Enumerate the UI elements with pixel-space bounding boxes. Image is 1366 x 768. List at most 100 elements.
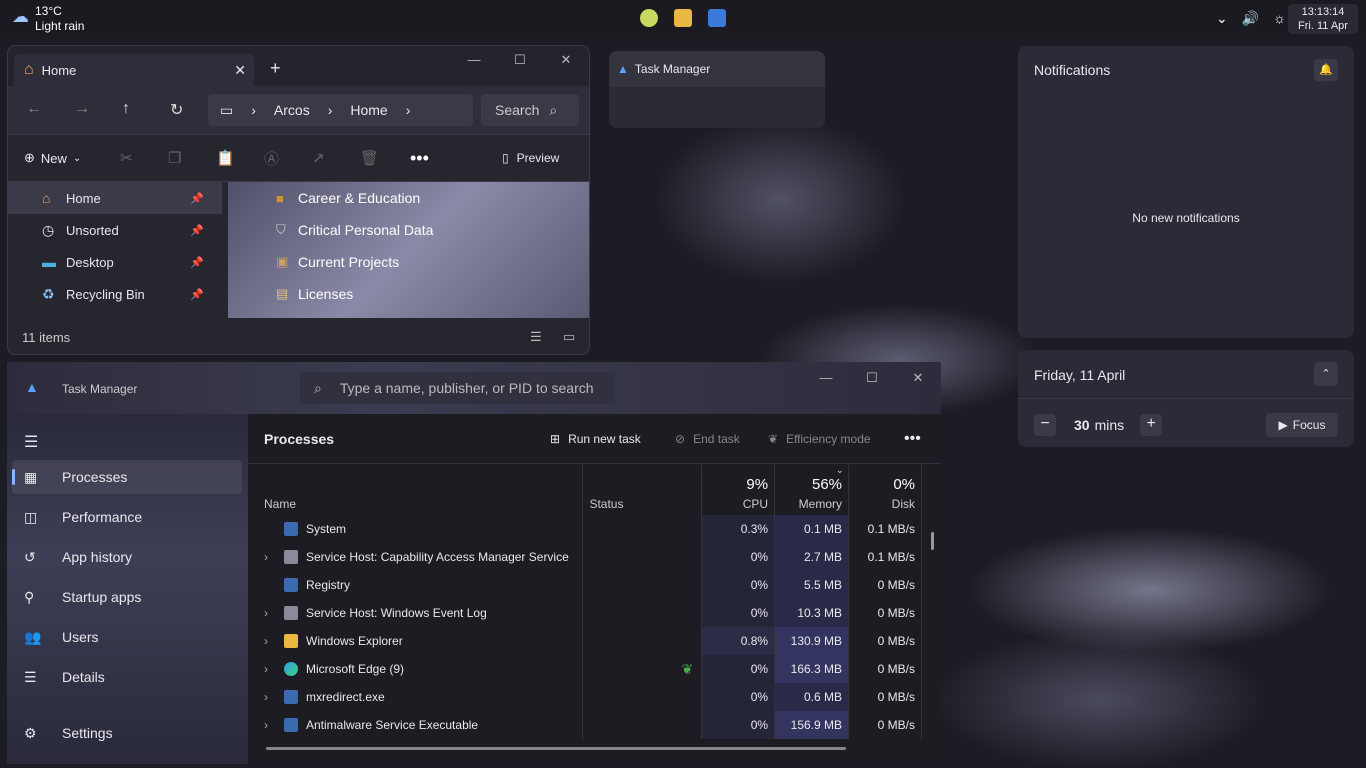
nav-details[interactable]: ☰ Details bbox=[12, 660, 242, 694]
folder-label: Critical Personal Data bbox=[298, 222, 434, 238]
new-button[interactable]: ⊕ New ⌄ bbox=[24, 150, 81, 166]
run-new-task-button[interactable]: ⊞ Run new task bbox=[550, 432, 641, 446]
back-icon[interactable]: ← bbox=[26, 100, 42, 118]
column-label: Memory bbox=[798, 497, 843, 511]
nav-label: Users bbox=[62, 629, 99, 645]
maximize-icon[interactable]: ☐ bbox=[849, 370, 895, 386]
close-icon[interactable]: ✕ bbox=[543, 52, 589, 68]
chevron-right-icon[interactable]: › bbox=[248, 550, 284, 564]
nav-startup-apps[interactable]: ⚲ Startup apps bbox=[12, 580, 242, 614]
process-status bbox=[582, 515, 703, 543]
sidebar-item-home[interactable]: ⌂ Home 📌 bbox=[8, 182, 222, 214]
share-icon[interactable]: ↗ bbox=[312, 149, 325, 167]
folder-label: Licenses bbox=[298, 286, 354, 302]
more-icon[interactable]: ••• bbox=[410, 148, 429, 169]
process-search-input[interactable]: ⌕ Type a name, publisher, or PID to sear… bbox=[300, 372, 615, 404]
clock[interactable]: 13:13:14 Fri. 11 Apr bbox=[1288, 4, 1358, 34]
chevron-right-icon[interactable]: › bbox=[248, 634, 284, 648]
chevron-right-icon[interactable]: › bbox=[248, 690, 284, 704]
memory-total: 56% bbox=[811, 476, 843, 493]
copy-icon[interactable]: ❐ bbox=[168, 149, 181, 167]
nav-settings[interactable]: ⚙ Settings bbox=[12, 716, 242, 750]
brightness-icon[interactable]: ☼ bbox=[1273, 10, 1286, 27]
pin-icon[interactable]: 📌 bbox=[190, 192, 204, 205]
details-view-icon[interactable]: ☰ bbox=[530, 329, 542, 345]
task-manager-icon[interactable] bbox=[708, 9, 726, 27]
explorer-search-input[interactable]: Search ⌕ bbox=[481, 94, 579, 126]
address-bar[interactable]: ▭ › Arcos › Home › bbox=[208, 94, 473, 126]
refresh-icon[interactable]: ↻ bbox=[170, 100, 183, 120]
table-row[interactable]: › Windows Explorer 0.8% 130.9 MB 0 MB/s bbox=[248, 627, 922, 655]
column-memory[interactable]: ⌄ 56% Memory bbox=[774, 465, 850, 515]
column-name[interactable]: Name bbox=[248, 465, 584, 515]
paste-icon[interactable]: 📋 bbox=[216, 149, 235, 167]
explorer-tab[interactable]: ⌂ Home ✕ bbox=[14, 54, 254, 86]
file-explorer-icon[interactable] bbox=[674, 9, 692, 27]
focus-button[interactable]: ▶ Focus bbox=[1266, 413, 1338, 437]
increase-focus-button[interactable]: + bbox=[1140, 414, 1163, 436]
process-status bbox=[582, 571, 703, 599]
up-icon[interactable]: ↑ bbox=[122, 100, 130, 118]
chevron-right-icon[interactable]: › bbox=[248, 718, 284, 732]
task-manager-preview[interactable]: ▲ Task Manager bbox=[609, 51, 825, 128]
do-not-disturb-icon[interactable]: 🔔 bbox=[1314, 59, 1338, 81]
pin-icon[interactable]: 📌 bbox=[190, 224, 204, 237]
minimize-icon[interactable]: — bbox=[803, 370, 849, 386]
maximize-icon[interactable]: ☐ bbox=[497, 52, 543, 68]
column-cpu[interactable]: 9% CPU bbox=[701, 465, 776, 515]
folder-item[interactable]: ⛉ Critical Personal Data bbox=[228, 214, 589, 246]
table-row[interactable]: › Service Host: Capability Access Manager… bbox=[248, 543, 922, 571]
nav-app-history[interactable]: ↺ App history bbox=[12, 540, 242, 574]
app-icon-green[interactable] bbox=[640, 9, 658, 27]
efficiency-mode-button[interactable]: ❦ Efficiency mode bbox=[768, 432, 871, 446]
sidebar-item-recycling-bin[interactable]: ♻ Recycling Bin 📌 bbox=[8, 278, 222, 310]
chevron-right-icon[interactable]: › bbox=[248, 662, 284, 676]
column-disk[interactable]: 0% Disk bbox=[848, 465, 922, 515]
table-row[interactable]: › Service Host: Windows Event Log 0% 10.3… bbox=[248, 599, 922, 627]
folder-item[interactable]: ▤ Licenses bbox=[228, 278, 589, 310]
volume-icon[interactable]: 🔊 bbox=[1242, 10, 1259, 27]
close-tab-icon[interactable]: ✕ bbox=[234, 62, 246, 79]
decrease-focus-button[interactable]: − bbox=[1034, 414, 1056, 436]
chevron-down-icon: ⌄ bbox=[72, 152, 82, 164]
column-status[interactable]: Status bbox=[582, 465, 703, 515]
vertical-scrollbar[interactable] bbox=[931, 532, 934, 550]
more-icon[interactable]: ••• bbox=[904, 430, 921, 448]
breadcrumb-home[interactable]: Home bbox=[350, 102, 387, 118]
rename-icon[interactable]: Ⓐ bbox=[264, 148, 279, 169]
end-task-button[interactable]: ⊘ End task bbox=[675, 432, 740, 446]
nav-performance[interactable]: ◫ Performance bbox=[12, 500, 242, 534]
preview-button[interactable]: ▯ Preview bbox=[502, 151, 559, 165]
table-row[interactable]: Registry 0% 5.5 MB 0 MB/s bbox=[248, 571, 922, 599]
hamburger-menu-icon[interactable]: ☰ bbox=[24, 432, 38, 452]
forward-icon[interactable]: → bbox=[74, 100, 90, 118]
folder-item[interactable]: ▣ Current Projects bbox=[228, 246, 589, 278]
pin-icon[interactable]: 📌 bbox=[190, 288, 204, 301]
cut-icon[interactable]: ✂ bbox=[120, 149, 133, 167]
process-memory: 2.7 MB bbox=[774, 543, 850, 571]
chevron-down-icon[interactable]: ⌄ bbox=[1216, 10, 1228, 27]
horizontal-scrollbar[interactable] bbox=[266, 747, 846, 750]
table-row[interactable]: System 0.3% 0.1 MB 0.1 MB/s bbox=[248, 515, 922, 543]
chevron-right-icon[interactable]: › bbox=[248, 606, 284, 620]
tiles-view-icon[interactable]: ▭ bbox=[563, 329, 575, 345]
calendar-panel: Friday, 11 April ⌃ − 30 mins + ▶ Focus bbox=[1018, 350, 1354, 447]
startup-icon: ⚲ bbox=[24, 588, 35, 605]
table-row[interactable]: › Antimalware Service Executable 0% 156.9… bbox=[248, 711, 922, 739]
table-row[interactable]: › mxredirect.exe 0% 0.6 MB 0 MB/s bbox=[248, 683, 922, 711]
weather-widget[interactable]: ☁ 13°C Light rain bbox=[12, 4, 84, 34]
folder-item[interactable]: ■ Career & Education bbox=[228, 182, 589, 214]
pin-icon[interactable]: 📌 bbox=[190, 256, 204, 269]
sidebar-item-unsorted[interactable]: ◷ Unsorted 📌 bbox=[8, 214, 222, 246]
folder-label: Current Projects bbox=[298, 254, 400, 270]
breadcrumb-arcos[interactable]: Arcos bbox=[274, 102, 310, 118]
sidebar-item-desktop[interactable]: ▬ Desktop 📌 bbox=[8, 246, 222, 278]
close-icon[interactable]: ✕ bbox=[895, 370, 941, 386]
minimize-icon[interactable]: — bbox=[451, 52, 497, 68]
delete-icon[interactable]: 🗑 bbox=[360, 149, 379, 167]
nav-processes[interactable]: ▦ Processes bbox=[12, 460, 242, 494]
nav-users[interactable]: 👥 Users bbox=[12, 620, 242, 654]
new-tab-icon[interactable]: + bbox=[270, 58, 281, 79]
table-row[interactable]: › Microsoft Edge (9) ❦ 0% 166.3 MB 0 MB/s bbox=[248, 655, 922, 683]
chevron-up-icon[interactable]: ⌃ bbox=[1314, 362, 1338, 386]
